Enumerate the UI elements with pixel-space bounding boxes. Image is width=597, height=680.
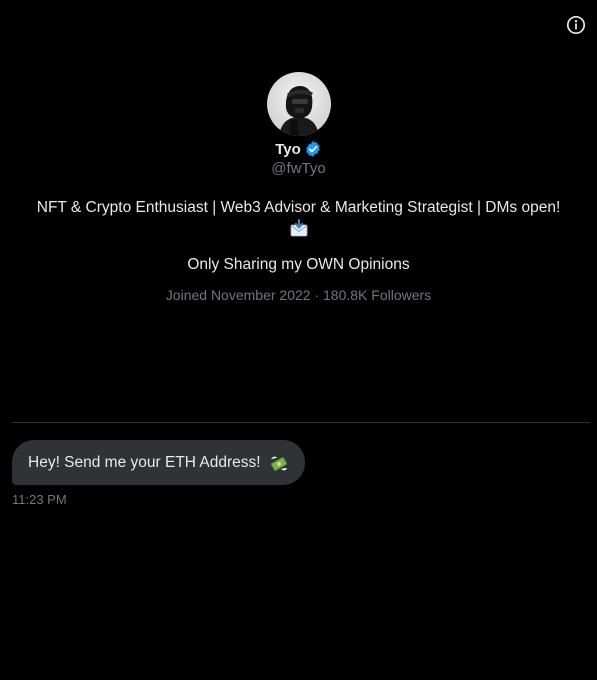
conversation-info-button[interactable]	[565, 14, 587, 36]
profile-meta: Joined November 2022 · 180.8K Followers	[0, 287, 597, 303]
avatar[interactable]	[266, 72, 331, 136]
meta-separator: ·	[310, 287, 324, 303]
info-circle-icon	[566, 15, 586, 35]
joined-date: Joined November 2022	[165, 287, 311, 303]
verified-badge-icon	[306, 141, 320, 157]
name-row: Tyo	[0, 139, 597, 159]
display-name[interactable]: Tyo	[275, 141, 301, 158]
message-text: Hey! Send me your ETH Address!	[28, 453, 261, 471]
bio-second-line: Only Sharing my OWN Opinions	[187, 256, 410, 273]
divider	[12, 422, 590, 423]
message-bubble[interactable]: Hey! Send me your ETH Address!	[12, 440, 305, 485]
envelope-with-arrow-icon	[290, 219, 307, 237]
profile-header: Tyo @fwTyo NFT & Crypto Enthusiast | Web…	[0, 72, 597, 303]
bio-text: NFT & Crypto Enthusiast | Web3 Advisor &…	[36, 199, 561, 216]
money-with-wings-icon	[270, 456, 287, 471]
avatar-image	[266, 72, 331, 136]
user-handle: @fwTyo	[271, 160, 326, 177]
bio: NFT & Crypto Enthusiast | Web3 Advisor &…	[19, 197, 579, 239]
followers-count[interactable]: 180.8K Followers	[323, 287, 431, 303]
message-timestamp: 11:23 PM	[12, 492, 67, 507]
